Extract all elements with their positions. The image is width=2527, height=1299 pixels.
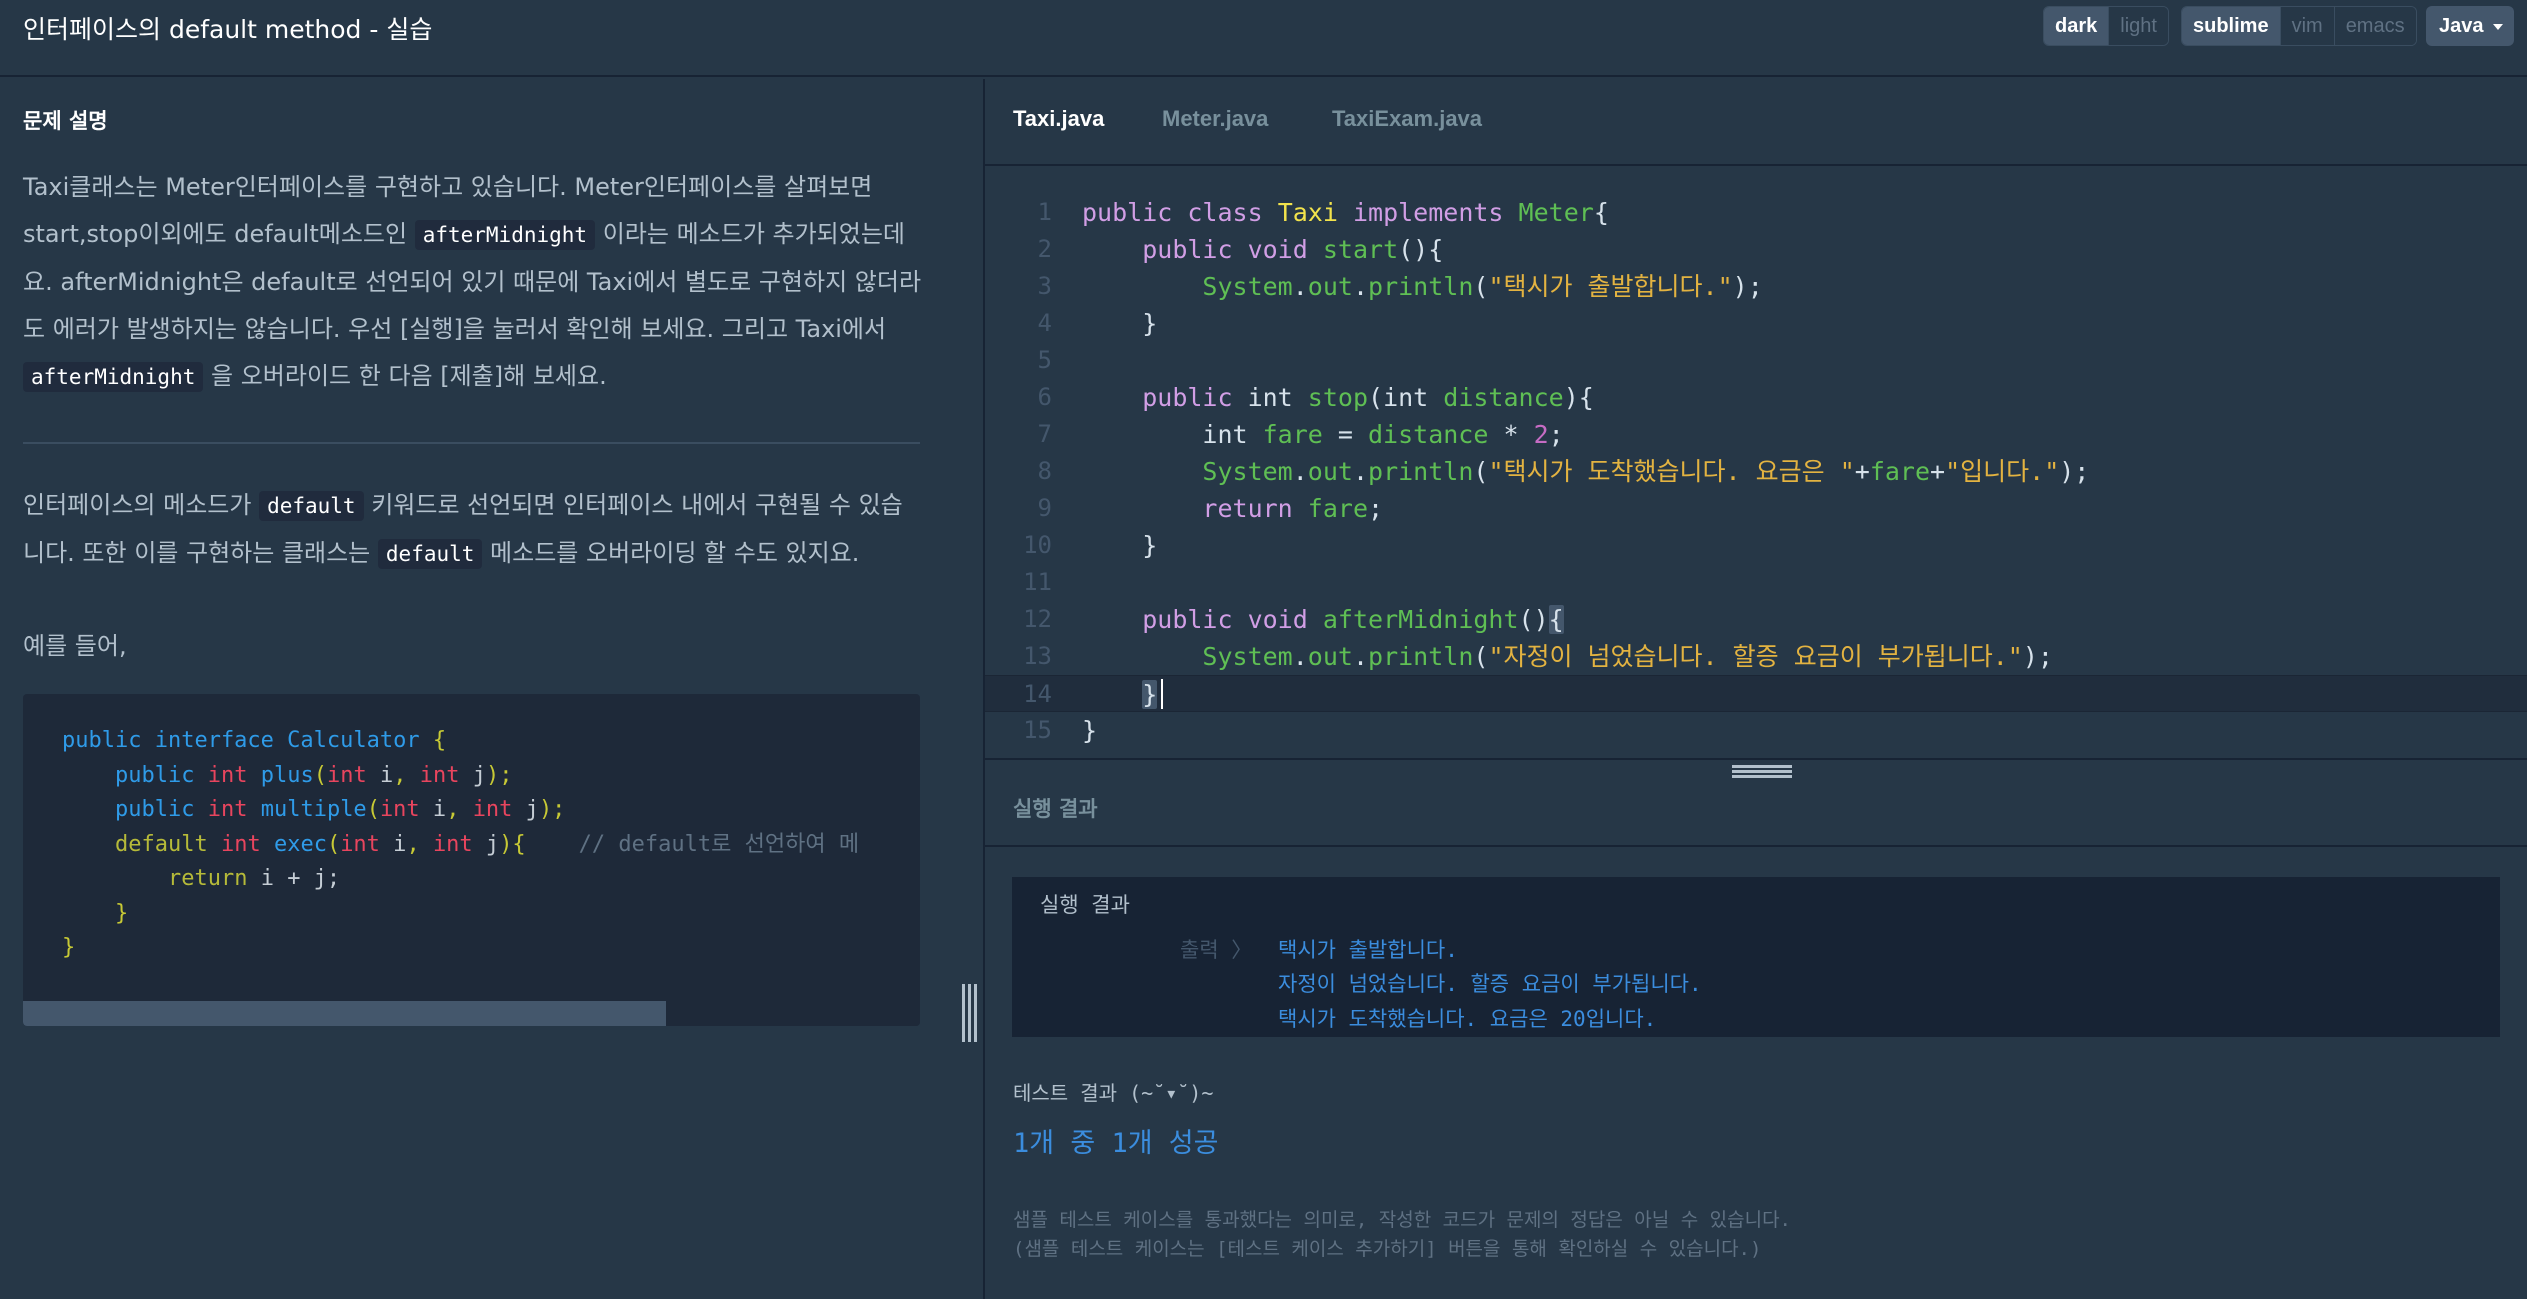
keymap-toggle: sublime vim emacs: [2181, 6, 2417, 46]
example-code: public interface Calculator { public int…: [62, 728, 860, 960]
result-header: 실행 결과: [985, 758, 2527, 847]
theme-light-button[interactable]: light: [2108, 7, 2168, 45]
inline-code: default: [259, 491, 364, 521]
code-line: 6 public int stop(int distance){: [1037, 383, 1594, 412]
text-cursor: [1161, 679, 1163, 709]
test-result-title: 테스트 결과 (~˘▾˘)~: [1013, 1081, 1214, 1105]
keymap-vim-button[interactable]: vim: [2279, 7, 2334, 45]
output-line: 자정이 넘었습니다. 할증 요금이 부가됩니다.: [1278, 972, 1702, 996]
tab-taxi-java[interactable]: Taxi.java: [1013, 106, 1104, 132]
code-line: 11: [1023, 568, 1052, 596]
chevron-down-icon: [2493, 24, 2503, 30]
test-note: 샘플 테스트 케이스를 통과했다는 의미로, 작성한 코드가 문제의 정답은 아…: [1013, 1209, 1791, 1231]
desc-text: 메소드를 오버라이딩 할 수도 있지요.: [482, 539, 860, 567]
tab-meter-java[interactable]: Meter.java: [1162, 106, 1268, 132]
problem-explanation: 인터페이스의 메소드가 default 키워드로 선언되면 인터페이스 내에서 …: [23, 482, 923, 578]
result-panel-title: 실행 결과: [1013, 797, 1098, 821]
code-line-current: 14 }: [985, 675, 2527, 712]
file-tabs: Taxi.java Meter.java TaxiExam.java: [985, 79, 2527, 166]
tab-taxiexam-java[interactable]: TaxiExam.java: [1332, 106, 1482, 132]
desc-text: 을 오버라이드 한 다음 [제출]해 보세요.: [203, 362, 607, 390]
theme-dark-button[interactable]: dark: [2044, 7, 2109, 45]
language-label: Java: [2439, 15, 2484, 37]
output-line: 택시가 도착했습니다. 요금은 20입니다.: [1278, 1007, 1657, 1031]
problem-panel: 문제 설명 Taxi클래스는 Meter인터페이스를 구현하고 있습니다. Me…: [0, 79, 983, 1299]
code-line: 10 }: [1023, 531, 1158, 560]
code-line: 13 System.out.println("자정이 넘었습니다. 할증 요금이…: [1023, 642, 2053, 671]
example-scrollbar-thumb[interactable]: [23, 1001, 666, 1026]
test-note: (샘플 테스트 케이스는 [테스트 케이스 추가하기] 버튼을 통해 확인하실 …: [1013, 1238, 1762, 1260]
code-line: 9 return fare;: [1037, 494, 1384, 523]
output-label: 출력 〉: [1180, 938, 1253, 962]
code-line: 4 }: [1037, 309, 1158, 338]
result-resize-handle[interactable]: [1732, 765, 1792, 778]
problem-section-title: 문제 설명: [23, 109, 108, 133]
panel-resize-handle[interactable]: [962, 984, 978, 1042]
code-line: 8 System.out.println("택시가 도착했습니다. 요금은 "+…: [1037, 457, 2090, 486]
inline-code: afterMidnight: [414, 220, 596, 250]
inline-code: default: [377, 539, 483, 569]
execution-output: 실행 결과 출력 〉 택시가 출발합니다. 자정이 넘었습니다. 할증 요금이 …: [1012, 877, 2500, 1037]
keymap-sublime-button[interactable]: sublime: [2182, 7, 2280, 45]
code-line: 7 int fare = distance * 2;: [1037, 420, 1564, 449]
editor-panel: Taxi.java Meter.java TaxiExam.java 1 publ…: [985, 79, 2527, 1299]
code-line: 15}: [1023, 716, 1098, 745]
code-line: 2 public void start(){: [1037, 235, 1444, 264]
output-box-title: 실행 결과: [1040, 893, 1130, 917]
desc-text: 인터페이스의 메소드가: [23, 491, 260, 519]
theme-toggle: dark light: [2043, 6, 2169, 46]
code-editor[interactable]: 1 public class Taxi implements Meter{ 2 p…: [985, 168, 2527, 758]
inline-code: afterMidnight: [23, 362, 204, 392]
keymap-emacs-button[interactable]: emacs: [2333, 7, 2416, 45]
example-intro: 예를 들어,: [23, 632, 127, 660]
page-title: 인터페이스의 default method - 실습: [23, 15, 433, 44]
language-select[interactable]: Java: [2426, 6, 2514, 46]
output-line: 택시가 출발합니다.: [1278, 938, 1458, 962]
top-header: 인터페이스의 default method - 실습 dark light su…: [0, 0, 2527, 77]
code-line: 5: [1037, 346, 1052, 374]
problem-description: Taxi클래스는 Meter인터페이스를 구현하고 있습니다. Meter인터페…: [23, 164, 923, 401]
example-code-block[interactable]: public interface Calculator { public int…: [23, 694, 920, 1026]
divider: [23, 442, 920, 444]
example-scrollbar[interactable]: [23, 1001, 920, 1026]
code-line: 12 public void afterMidnight(){: [1023, 605, 1564, 634]
test-result-summary: 1개 중 1개 성공: [1013, 1128, 1219, 1159]
code-line: 3 System.out.println("택시가 출발합니다.");: [1037, 272, 1763, 301]
code-line: 1 public class Taxi implements Meter{: [1037, 198, 1609, 227]
